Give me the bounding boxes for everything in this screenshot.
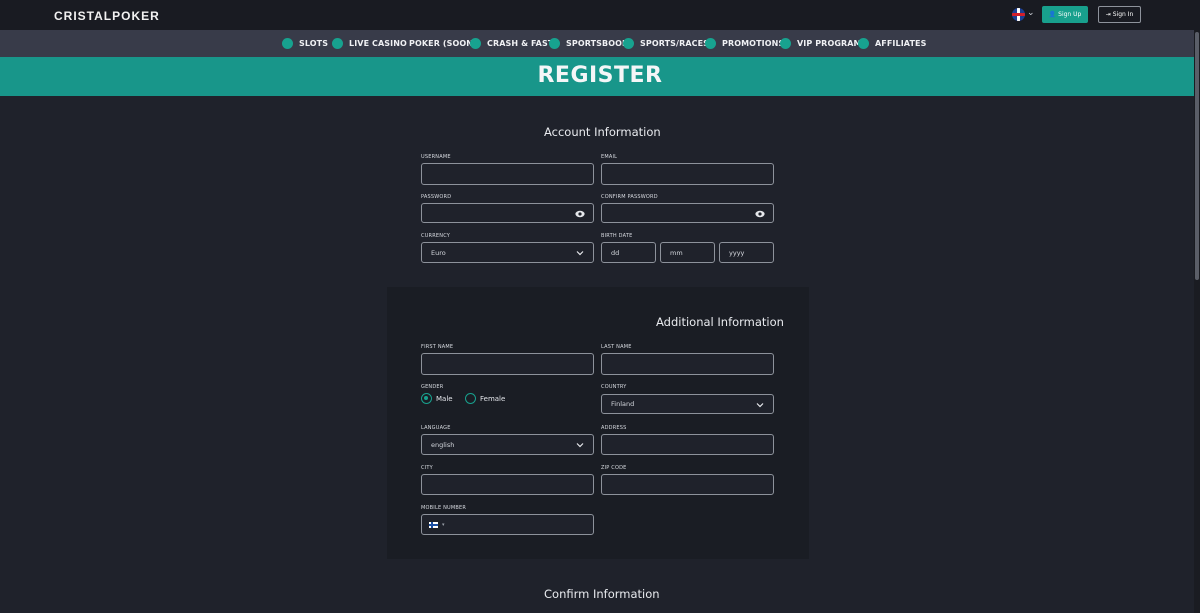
nav-item-poker[interactable]: POKER (SOON) (409, 30, 477, 57)
birth-date-label: BIRTH DATE (601, 233, 633, 239)
chevron-down-icon[interactable]: ▾ (442, 522, 445, 528)
city-label: CITY (421, 465, 433, 471)
confirm-password-input[interactable] (601, 203, 774, 223)
uk-flag-icon[interactable] (1012, 8, 1025, 21)
finland-flag-icon[interactable] (429, 521, 438, 528)
crown-icon (780, 38, 791, 49)
affiliates-icon (858, 38, 869, 49)
nav-item-crash-fast[interactable]: CRASH & FAST (470, 30, 553, 57)
country-select[interactable]: Finland (601, 394, 774, 414)
birth-month-input[interactable]: mm (660, 242, 715, 263)
cristalpoker-logo[interactable]: CRISTALPOKER (54, 9, 160, 23)
nav-item-vip-program[interactable]: VIP PROGRAM (780, 30, 862, 57)
gender-label: GENDER (421, 384, 444, 390)
chevron-down-icon (576, 251, 584, 256)
currency-label: CURRENCY (421, 233, 451, 239)
user-plus-icon: 👤 (1048, 11, 1057, 18)
mobile-number-input[interactable]: ▾ (421, 514, 594, 535)
username-input[interactable] (421, 163, 594, 185)
gift-icon (705, 38, 716, 49)
language-label: LANGUAGE (421, 425, 451, 431)
language-select[interactable]: english (421, 434, 594, 455)
password-input[interactable] (421, 203, 594, 223)
birth-day-input[interactable]: dd (601, 242, 656, 263)
page-title: REGISTER (537, 63, 663, 88)
sign-in-icon: ⇥ (1105, 11, 1111, 18)
nav-item-sportsbook[interactable]: SPORTSBOOK (549, 30, 628, 57)
radio-selected-icon (421, 393, 432, 404)
scrollbar-thumb[interactable] (1195, 32, 1199, 280)
eye-icon[interactable] (755, 210, 765, 218)
country-label: COUNTRY (601, 384, 627, 390)
address-label: ADDRESS (601, 425, 627, 431)
radio-unselected-icon (465, 393, 476, 404)
confirm-information-title: Confirm Information (544, 587, 660, 601)
nav-item-slots[interactable]: SLOTS (282, 30, 328, 57)
email-label: EMAIL (601, 154, 618, 160)
nav-item-live-casino[interactable]: LIVE CASINO (332, 30, 407, 57)
sign-in-button[interactable]: ⇥ Sign In (1098, 6, 1141, 23)
main-nav: SLOTS LIVE CASINO POKER (SOON) CRASH & F… (0, 30, 1200, 57)
last-name-input[interactable] (601, 353, 774, 375)
chevron-down-icon[interactable]: ⌄ (1027, 8, 1035, 18)
birth-year-input[interactable]: yyyy (719, 242, 774, 263)
first-name-input[interactable] (421, 353, 594, 375)
first-name-label: FIRST NAME (421, 344, 454, 350)
chevron-down-icon (576, 443, 584, 448)
page-banner: REGISTER (0, 57, 1200, 96)
sports-icon (549, 38, 560, 49)
rocket-icon (470, 38, 481, 49)
nav-item-affiliates[interactable]: AFFILIATES (858, 30, 926, 57)
nav-item-promotions[interactable]: PROMOTIONS (705, 30, 784, 57)
password-label: PASSWORD (421, 194, 452, 200)
zip-code-input[interactable] (601, 474, 774, 495)
email-input[interactable] (601, 163, 774, 185)
nav-item-sports-races[interactable]: SPORTS/RACES (623, 30, 709, 57)
last-name-label: LAST NAME (601, 344, 632, 350)
address-input[interactable] (601, 434, 774, 455)
currency-select[interactable]: Euro (421, 242, 594, 263)
eye-icon[interactable] (575, 210, 585, 218)
username-label: USERNAME (421, 154, 451, 160)
chevron-down-icon (756, 403, 764, 408)
live-casino-icon (332, 38, 343, 49)
races-icon (623, 38, 634, 49)
confirm-password-label: CONFIRM PASSWORD (601, 194, 658, 200)
account-information-title: Account Information (544, 125, 661, 139)
zip-code-label: ZIP CODE (601, 465, 627, 471)
additional-information-title: Additional Information (656, 315, 784, 329)
gender-male-radio[interactable]: Male (421, 393, 453, 404)
sign-up-button[interactable]: 👤 Sign Up (1042, 6, 1088, 23)
top-bar: CRISTALPOKER ⌄ 👤 Sign Up ⇥ Sign In (0, 0, 1200, 30)
city-input[interactable] (421, 474, 594, 495)
slots-icon (282, 38, 293, 49)
mobile-number-label: MOBILE NUMBER (421, 505, 467, 511)
gender-female-radio[interactable]: Female (465, 393, 505, 404)
